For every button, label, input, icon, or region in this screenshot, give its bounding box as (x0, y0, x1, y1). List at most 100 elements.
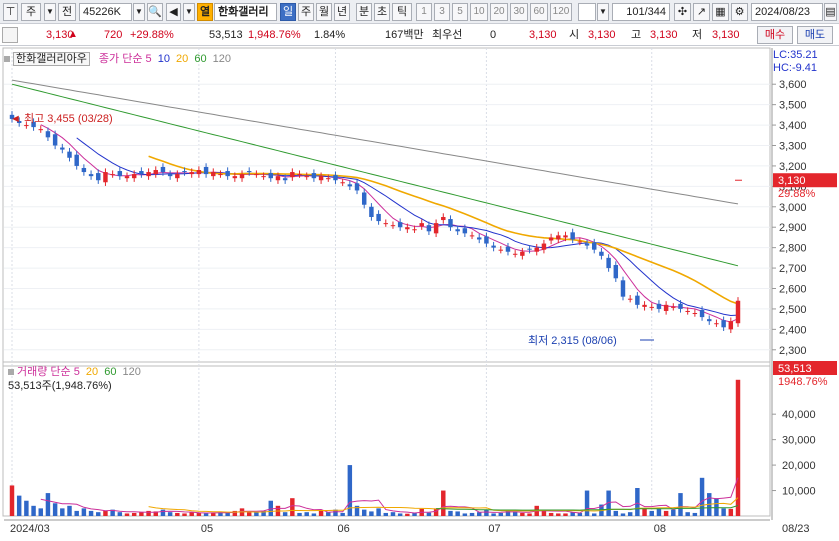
price-tick-label: 2,300 (779, 345, 807, 357)
period-month[interactable]: 월 (316, 3, 332, 21)
interval-5[interactable]: 5 (452, 3, 468, 21)
price-tick-label: 2,900 (779, 222, 807, 234)
volume-bar (620, 513, 626, 516)
candle-body (117, 171, 123, 177)
volume-bar (520, 512, 525, 516)
volume-pct: 1,948.76% (248, 29, 301, 41)
volume-bar (563, 513, 568, 516)
volume-tick-label: 20,000 (782, 460, 816, 472)
period-day[interactable]: 일 (280, 3, 296, 21)
volume-bar (721, 508, 726, 516)
candle-body (707, 319, 712, 322)
draw-line-icon[interactable]: ↗ (693, 3, 710, 21)
crosshair-icon[interactable]: ✣ (674, 3, 691, 21)
chart-settings-icon[interactable]: ⊤ (3, 3, 18, 21)
calendar-icon[interactable]: ▤ (824, 3, 837, 21)
candle-body (441, 217, 446, 221)
candle-body (139, 171, 144, 175)
candle-body (577, 241, 583, 243)
market-select[interactable]: 주 (21, 3, 41, 21)
interval-10[interactable]: 10 (470, 3, 488, 21)
period-week[interactable]: 주 (298, 3, 314, 21)
code-dropdown-icon[interactable]: ▼ (133, 3, 145, 21)
interval-30[interactable]: 30 (510, 3, 528, 21)
candle-body (340, 182, 345, 184)
candle-body (254, 174, 259, 176)
candle-body (160, 166, 166, 173)
interval-20[interactable]: 20 (490, 3, 508, 21)
candle-body (433, 223, 439, 234)
chart-area[interactable]: 2,300 2,400 2,500 2,600 2,700 2,800 2,900 3,000… (0, 46, 839, 538)
stock-code-input[interactable]: 45226K (79, 3, 132, 21)
volume-bar (397, 513, 403, 516)
ma60-label: 60 (194, 53, 207, 65)
volume-value: 53,513 (209, 29, 243, 41)
volume-bar (663, 510, 669, 516)
sound-dropdown-icon[interactable]: ▼ (183, 3, 195, 21)
volume-bar (462, 513, 468, 516)
period-tick[interactable]: 틱 (392, 3, 412, 21)
volume-bar (189, 512, 194, 516)
candle-body (678, 303, 683, 309)
candle-body (491, 245, 496, 248)
volume-bar (290, 498, 295, 516)
candle-body (203, 166, 209, 175)
candle-body (232, 176, 238, 179)
candle-body (685, 310, 690, 312)
candle-body (599, 251, 604, 256)
up-arrow-icon: ▲ (68, 29, 78, 40)
candle-body (584, 243, 590, 246)
candle-body (268, 173, 274, 179)
candle-body (735, 300, 741, 324)
volume-bar (728, 508, 734, 516)
candle-body (455, 229, 460, 232)
x-axis-label: 06 (337, 523, 349, 535)
stock-badge: 열 (197, 3, 213, 21)
candle-body (390, 225, 396, 227)
period-second[interactable]: 초 (374, 3, 390, 21)
info-toggle-icon[interactable] (2, 27, 18, 43)
trade-amount: 167백만 (385, 29, 424, 41)
date-field[interactable]: 2024/08/23 (751, 3, 823, 21)
interval-1[interactable]: 1 (416, 3, 432, 21)
volume-bar (484, 509, 489, 516)
candle-body (88, 174, 94, 177)
high-price: 3,130 (650, 29, 678, 41)
custom-interval-dropdown-icon[interactable]: ▼ (597, 3, 609, 21)
ma120-label: 120 (212, 53, 231, 65)
layout-icon[interactable]: ▦ (712, 3, 729, 21)
sound-icon[interactable]: ◀ (166, 3, 181, 21)
volume-bar (297, 512, 302, 516)
data-count-field[interactable]: 101/344 (612, 3, 670, 21)
period-year[interactable]: 년 (334, 3, 350, 21)
market-dropdown-icon[interactable]: ▼ (44, 3, 56, 21)
volume-bar (139, 512, 144, 516)
buy-button[interactable]: 매수 (757, 26, 793, 44)
sell-button[interactable]: 매도 (797, 26, 833, 44)
custom-interval-input[interactable] (578, 3, 596, 21)
volume-bar (361, 509, 367, 516)
stock-chart[interactable]: 2,300 2,400 2,500 2,600 2,700 2,800 2,900 3,000… (0, 46, 839, 538)
volume-panel-frame (2, 361, 771, 517)
candle-body (541, 243, 547, 250)
candle-body (110, 174, 115, 176)
volume-bar (671, 509, 676, 516)
search-icon[interactable]: 🔍 (147, 3, 163, 21)
prev-button[interactable]: 전 (58, 3, 76, 21)
candle-body (505, 246, 511, 252)
volume-bar (692, 512, 698, 516)
candle-body (714, 323, 719, 325)
date-value: 2024/08/23 (755, 6, 811, 18)
candle-body (282, 178, 288, 181)
price-legend: 한화갤러리아우 종가 단순 5 10 20 60 120 (4, 50, 231, 66)
interval-60[interactable]: 60 (530, 3, 548, 21)
period-minute[interactable]: 분 (356, 3, 372, 21)
volume-tick-label: 30,000 (782, 435, 816, 447)
interval-120[interactable]: 120 (550, 3, 572, 21)
volume-bar (24, 500, 29, 516)
legend-square-icon (4, 56, 10, 63)
volume-bar (74, 510, 79, 516)
volume-bar (81, 508, 87, 516)
interval-3[interactable]: 3 (434, 3, 450, 21)
gear-icon[interactable]: ⚙ (731, 3, 748, 21)
